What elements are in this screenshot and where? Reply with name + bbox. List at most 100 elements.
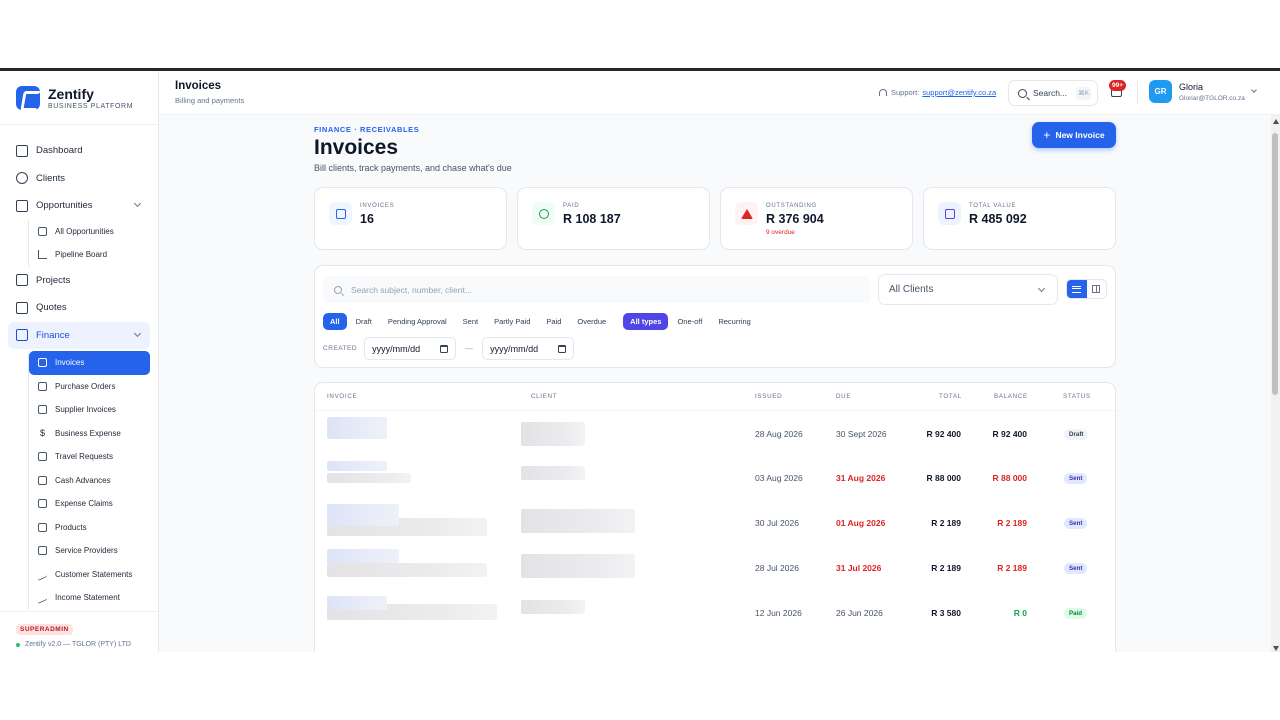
page-scrollbar[interactable] (1271, 115, 1280, 652)
client-select[interactable]: All Clients (878, 274, 1058, 305)
table-header: INVOICE CLIENT ISSUED DUE TOTAL BALANCE … (315, 383, 1115, 411)
total-amount: R 92 400 (926, 429, 962, 439)
sidebar-item-opportunities[interactable]: Opportunities (0, 192, 158, 220)
status-badge: Sent (1064, 563, 1088, 574)
due-date: 26 Jun 2026 (836, 608, 883, 618)
redacted-invoice-number[interactable] (327, 417, 387, 439)
date-to-field[interactable]: yyyy/mm/dd (482, 337, 575, 360)
plus-icon: + (1043, 128, 1051, 142)
chevron-down-icon[interactable] (1251, 87, 1257, 93)
stat-card-invoices: INVOICES 16 (314, 187, 507, 250)
sidebar-item-business-expense[interactable]: $ Business Expense (29, 422, 158, 446)
column-header-client[interactable]: CLIENT (531, 393, 557, 400)
status-chip-all[interactable]: All (323, 313, 347, 330)
sidebar-item-customer-statements[interactable]: Customer Statements (29, 563, 158, 587)
table-row[interactable]: 28 Jul 2026 31 Jul 2026 R 2 189 R 2 189 Sent (315, 545, 1115, 590)
sidebar-item-finance[interactable]: Finance (8, 321, 150, 349)
column-header-balance[interactable]: BALANCE (994, 393, 1028, 400)
redacted-invoice-number[interactable] (327, 504, 399, 526)
table-row[interactable]: 12 Jun 2026 26 Jun 2026 R 3 580 R 0 Paid (315, 590, 1115, 635)
status-filter-chips: All Draft Pending Approval Sent Partly P… (323, 313, 760, 330)
redacted-invoice-number[interactable] (327, 549, 399, 563)
sidebar-item-pipeline-board[interactable]: Pipeline Board (29, 243, 158, 267)
avatar[interactable]: GR (1149, 80, 1172, 103)
status-badge: Sent (1064, 518, 1088, 529)
status-chip-sent[interactable]: Sent (456, 313, 485, 330)
sidebar-item-projects[interactable]: Projects (0, 267, 158, 295)
inbox-icon (38, 405, 47, 415)
new-invoice-button[interactable]: + New Invoice (1032, 122, 1116, 148)
sidebar-item-service-providers[interactable]: Service Providers (29, 539, 158, 563)
status-chip-paid[interactable]: Paid (539, 313, 568, 330)
redacted-client-name (521, 600, 585, 614)
status-chip-draft[interactable]: Draft (349, 313, 379, 330)
sidebar-item-expense-claims[interactable]: Expense Claims (29, 492, 158, 516)
scrollbar-thumb[interactable] (1272, 133, 1278, 395)
status-chip-overdue[interactable]: Overdue (570, 313, 613, 330)
support-email-link[interactable]: support@zentify.co.za (922, 88, 996, 97)
sidebar-subitem-label: Travel Requests (55, 452, 113, 462)
sidebar-item-label: Finance (36, 329, 70, 341)
sidebar-item-quotes[interactable]: Quotes (0, 294, 158, 322)
table-row[interactable]: 03 Aug 2026 31 Aug 2026 R 88 000 R 88 000 Se… (315, 455, 1115, 500)
sidebar-item-cash-advances[interactable]: Cash Advances (29, 469, 158, 493)
sidebar-item-invoices[interactable]: Invoices (29, 351, 150, 375)
calendar-icon[interactable] (558, 344, 567, 353)
status-chip-partly-paid[interactable]: Partly Paid (487, 313, 537, 330)
sidebar-item-income-statement[interactable]: Income Statement (29, 586, 158, 610)
folder-icon (16, 274, 28, 287)
sidebar-item-supplier-invoices[interactable]: Supplier Invoices (29, 398, 158, 422)
list-view-button[interactable] (1067, 280, 1087, 298)
package-icon (38, 522, 47, 532)
main-content: FINANCE · RECEIVABLES Invoices Bill clie… (159, 115, 1271, 652)
redacted-invoice-number[interactable] (327, 461, 387, 471)
column-header-invoice[interactable]: INVOICE (327, 393, 357, 400)
table-row[interactable]: 28 Aug 2026 30 Sept 2026 R 92 400 R 92 400 D… (315, 411, 1115, 456)
global-search-button[interactable]: Search... ⌘K (1008, 80, 1098, 106)
invoice-icon (329, 202, 352, 225)
sidebar-item-purchase-orders[interactable]: Purchase Orders (29, 375, 158, 399)
chevron-down-icon[interactable] (133, 329, 142, 337)
type-chip-one-off[interactable]: One-off (670, 313, 709, 330)
type-chip-recurring[interactable]: Recurring (711, 313, 758, 330)
date-separator: — (465, 344, 474, 353)
check-circle-icon (532, 202, 555, 225)
type-chip-all-types[interactable]: All types (623, 313, 669, 330)
stat-label: PAID (563, 203, 580, 209)
table-row[interactable]: 30 Jul 2026 01 Aug 2026 R 2 189 R 2 189 Sent (315, 500, 1115, 545)
balance-amount: R 0 (1013, 608, 1027, 618)
grid-view-button[interactable] (1087, 280, 1107, 298)
sidebar-item-travel-requests[interactable]: Travel Requests (29, 445, 158, 469)
stat-value: R 108 187 (563, 212, 621, 226)
status-badge: Sent (1064, 473, 1088, 484)
sidebar-item-products[interactable]: Products (29, 516, 158, 540)
search-label: Search... (1033, 88, 1068, 98)
status-chip-pending-approval[interactable]: Pending Approval (381, 313, 454, 330)
finance-submenu: Invoices Purchase Orders Supplier Invoic… (28, 351, 158, 610)
header-title: Invoices (175, 80, 222, 92)
sidebar-item-all-opportunities[interactable]: All Opportunities (29, 220, 158, 244)
column-header-status[interactable]: STATUS (1063, 393, 1091, 400)
user-name[interactable]: Gloria (1179, 82, 1203, 92)
redacted-invoice-number[interactable] (327, 596, 387, 610)
date-from-field[interactable]: yyyy/mm/dd (364, 337, 457, 360)
shortcut-badge: ⌘K (1076, 87, 1091, 100)
brand[interactable]: Zentify BUSINESS PLATFORM (0, 71, 158, 125)
column-header-due[interactable]: DUE (836, 393, 851, 400)
scroll-up-arrow-icon[interactable] (1273, 119, 1279, 124)
sidebar-item-clients[interactable]: Clients (0, 165, 158, 193)
redacted-client-name (521, 422, 585, 446)
list-icon (1072, 285, 1082, 293)
plane-icon (38, 452, 47, 462)
invoice-search-input[interactable] (351, 284, 851, 295)
balance-amount: R 92 400 (992, 429, 1028, 439)
sidebar-item-dashboard[interactable]: Dashboard (0, 137, 158, 165)
column-header-issued[interactable]: ISSUED (755, 393, 782, 400)
scroll-down-arrow-icon[interactable] (1273, 646, 1279, 651)
date-to-value: yyyy/mm/dd (490, 343, 539, 354)
view-toggle (1066, 279, 1107, 299)
calendar-icon[interactable] (440, 344, 449, 353)
chevron-down-icon[interactable] (133, 199, 142, 208)
column-header-total[interactable]: TOTAL (939, 393, 962, 400)
page-title: Invoices (314, 136, 399, 159)
